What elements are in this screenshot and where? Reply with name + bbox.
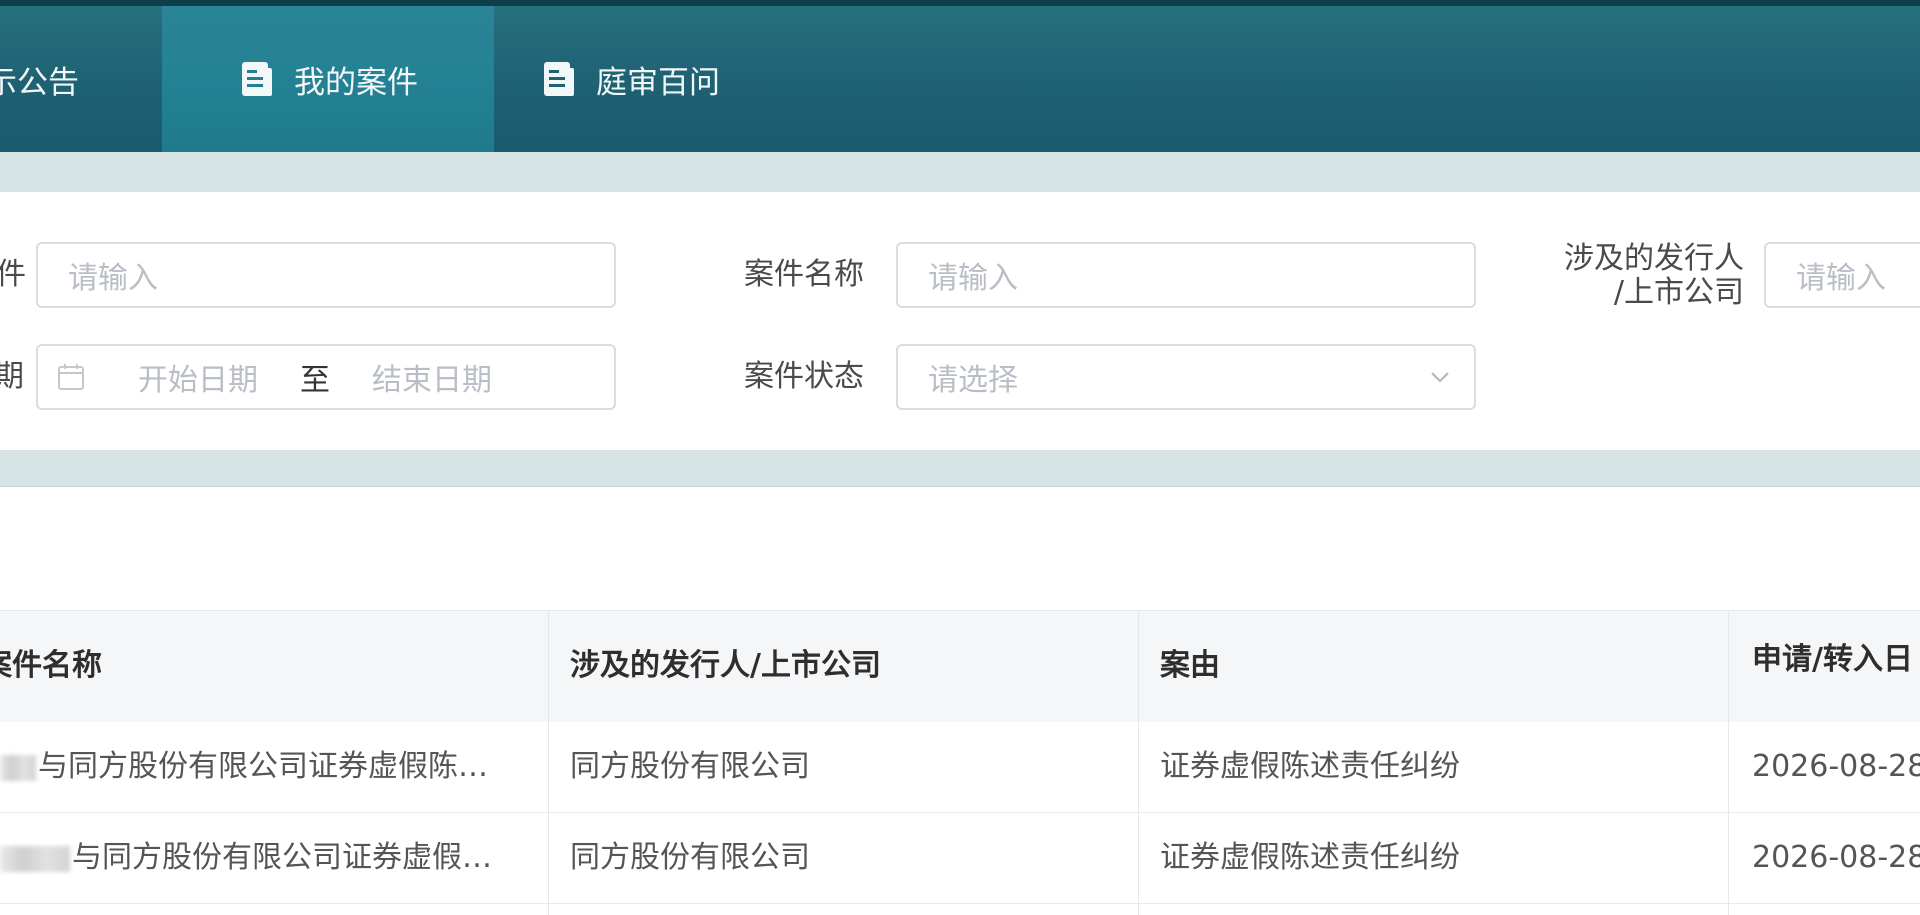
top-navigation-bar: 示公告 我的案件 庭审百问: [0, 0, 1920, 152]
cell-issuer: 同方股份有限公司: [570, 750, 810, 784]
case-status-label: 案件状态: [744, 359, 864, 394]
date-range-picker[interactable]: 开始日期 至 结束日期: [36, 344, 616, 410]
cell-case-name-text: 与同方股份有限公司证券虚假…: [72, 841, 492, 875]
chevron-down-icon: [1431, 372, 1449, 383]
cell-date: 2026-08-28: [1752, 750, 1920, 784]
filter-label-date: 期: [0, 359, 24, 394]
column-divider: [548, 610, 549, 915]
table-row[interactable]: 与同方股份有限公司证券虚假… 同方股份有限公司 证券虚假陈述责任纠纷 2026-…: [0, 813, 1920, 904]
date-separator: 至: [300, 363, 330, 398]
redacted-text: [0, 754, 36, 781]
table-header: 案件名称 涉及的发行人/上市公司 案由 申请/转入日: [0, 610, 1920, 724]
cell-case-name: 与同方股份有限公司证券虚假…: [0, 841, 492, 875]
column-header-date[interactable]: 申请/转入日: [1752, 643, 1913, 677]
issuer-label-line2: /上市公司: [1613, 275, 1744, 310]
tab-label: 我的案件: [294, 64, 418, 101]
case-name-label: 案件名称: [744, 257, 864, 292]
cell-cause: 证券虚假陈述责任纠纷: [1160, 841, 1460, 875]
tab-trial-faq[interactable]: 庭审百问: [540, 6, 800, 152]
divider-band: [0, 450, 1920, 487]
cell-case-name: 与同方股份有限公司证券虚假陈…: [0, 750, 488, 784]
filter-label-case: 件: [0, 257, 26, 292]
document-icon: [242, 62, 272, 96]
case-name-input[interactable]: 请输入: [896, 242, 1476, 308]
start-date-input[interactable]: 开始日期: [138, 355, 258, 399]
column-header-issuer[interactable]: 涉及的发行人/上市公司: [570, 649, 881, 683]
divider-band: [0, 152, 1920, 192]
issuer-label: 涉及的发行人 /上市公司: [1548, 242, 1744, 310]
tab-announcements[interactable]: 示公告: [0, 6, 162, 152]
tab-label: 庭审百问: [596, 64, 720, 101]
cell-cause: 证券虚假陈述责任纠纷: [1160, 750, 1460, 784]
tab-my-cases[interactable]: 我的案件: [162, 6, 494, 152]
calendar-icon: [58, 364, 84, 390]
tab-label: 示公告: [0, 64, 79, 101]
case-status-select[interactable]: 请选择: [896, 344, 1476, 410]
column-divider: [1728, 610, 1729, 915]
column-divider: [1138, 610, 1139, 915]
cell-case-name-text: 与同方股份有限公司证券虚假陈…: [38, 750, 488, 784]
cell-date: 2026-08-28: [1752, 841, 1920, 875]
filter-panel: 件 请输入 案件名称 请输入 涉及的发行人 /上市公司 请输入 期 开始日期 至…: [0, 192, 1920, 450]
cases-table: 案件名称 涉及的发行人/上市公司 案由 申请/转入日 与同方股份有限公司证券虚假…: [0, 610, 1920, 915]
column-header-cause[interactable]: 案由: [1160, 649, 1220, 683]
case-status-placeholder: 请选择: [928, 363, 1018, 398]
case-number-input[interactable]: 请输入: [36, 242, 616, 308]
column-header-case-name[interactable]: 案件名称: [0, 649, 102, 683]
cell-issuer: 同方股份有限公司: [570, 841, 810, 875]
issuer-input[interactable]: 请输入: [1764, 242, 1920, 308]
end-date-input[interactable]: 结束日期: [372, 355, 492, 399]
table-row[interactable]: 与同方股份有限公司证券虚假陈… 同方股份有限公司 证券虚假陈述责任纠纷 2026…: [0, 722, 1920, 813]
redacted-text: [0, 845, 70, 872]
issuer-label-line1: 涉及的发行人: [1564, 241, 1744, 276]
document-icon: [544, 62, 574, 96]
